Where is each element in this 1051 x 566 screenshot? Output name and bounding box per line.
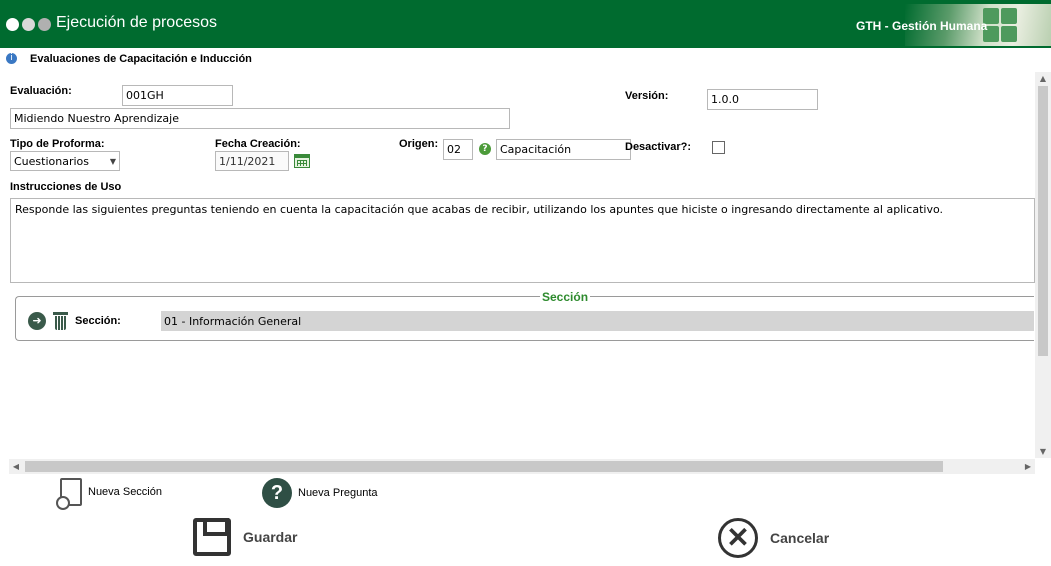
scroll-left-icon[interactable]: ◀: [9, 459, 23, 474]
info-icon: i: [6, 53, 17, 64]
horizontal-scroll-thumb[interactable]: [25, 461, 943, 472]
guardar-button[interactable]: Guardar: [193, 518, 297, 556]
cancelar-label: Cancelar: [770, 530, 830, 546]
section-legend: Sección: [540, 290, 591, 304]
instrucciones-textarea[interactable]: Responde las siguientes preguntas tenien…: [10, 198, 1035, 283]
scroll-up-icon[interactable]: ▲: [1035, 72, 1051, 85]
origen-code-input[interactable]: 02: [443, 139, 473, 160]
tipo-proforma-select[interactable]: Cuestionarios ▼: [10, 151, 120, 171]
origen-name-input[interactable]: Capacitación: [496, 139, 631, 160]
cancel-icon: ✕: [718, 518, 758, 558]
save-icon: [193, 518, 231, 556]
cancelar-button[interactable]: ✕ Cancelar: [718, 518, 829, 558]
nueva-seccion-label: Nueva Sección: [88, 486, 162, 498]
app-title: Ejecución de procesos: [56, 14, 217, 31]
scroll-right-icon[interactable]: ▶: [1021, 459, 1035, 474]
trash-icon[interactable]: [53, 312, 68, 330]
dot-2[interactable]: [22, 18, 35, 31]
desactivar-label: Desactivar?:: [625, 141, 692, 153]
nueva-pregunta-button[interactable]: ? Nueva Pregunta: [262, 478, 378, 508]
app-header: Ejecución de procesos GTH - Gestión Huma…: [0, 0, 1051, 48]
navigate-icon[interactable]: ➜: [28, 312, 46, 330]
module-name: GTH - Gestión Humana: [856, 19, 988, 33]
help-icon[interactable]: ?: [479, 143, 491, 155]
version-input[interactable]: 1.0.0: [707, 89, 818, 110]
guardar-label: Guardar: [243, 529, 298, 545]
instrucciones-label: Instrucciones de Uso: [10, 181, 122, 193]
desactivar-checkbox[interactable]: [712, 141, 725, 154]
question-icon: ?: [262, 478, 292, 508]
vertical-scroll-thumb[interactable]: [1038, 86, 1048, 356]
new-document-icon: [56, 478, 82, 510]
chevron-down-icon: ▼: [109, 156, 116, 166]
evaluacion-label: Evaluación:: [10, 85, 72, 97]
vertical-scrollbar[interactable]: ▲ ▼: [1035, 72, 1051, 458]
nueva-seccion-button[interactable]: Nueva Sección: [56, 478, 162, 510]
version-label: Versión:: [625, 90, 669, 102]
dot-1[interactable]: [6, 18, 19, 31]
dot-3[interactable]: [38, 18, 51, 31]
horizontal-scrollbar[interactable]: ◀ ▶: [9, 459, 1035, 474]
evaluacion-name-input[interactable]: Midiendo Nuestro Aprendizaje: [10, 108, 510, 129]
fecha-creacion-label: Fecha Creación:: [215, 138, 301, 150]
origen-label: Origen:: [399, 138, 439, 150]
window-dots: [6, 18, 51, 31]
nueva-pregunta-label: Nueva Pregunta: [298, 487, 378, 499]
fecha-creacion-input[interactable]: 1/11/2021: [215, 151, 289, 171]
tipo-proforma-value: Cuestionarios: [14, 154, 90, 168]
calendar-icon[interactable]: [294, 154, 310, 168]
evaluacion-code-input[interactable]: 001GH: [122, 85, 233, 106]
tipo-proforma-label: Tipo de Proforma:: [10, 138, 105, 150]
section-value[interactable]: 01 - Información General: [161, 311, 1034, 331]
page-title: Evaluaciones de Capacitación e Inducción: [30, 53, 252, 65]
scroll-down-icon[interactable]: ▼: [1035, 445, 1051, 458]
people-icon: [983, 8, 1017, 42]
section-label: Sección:: [75, 315, 121, 327]
